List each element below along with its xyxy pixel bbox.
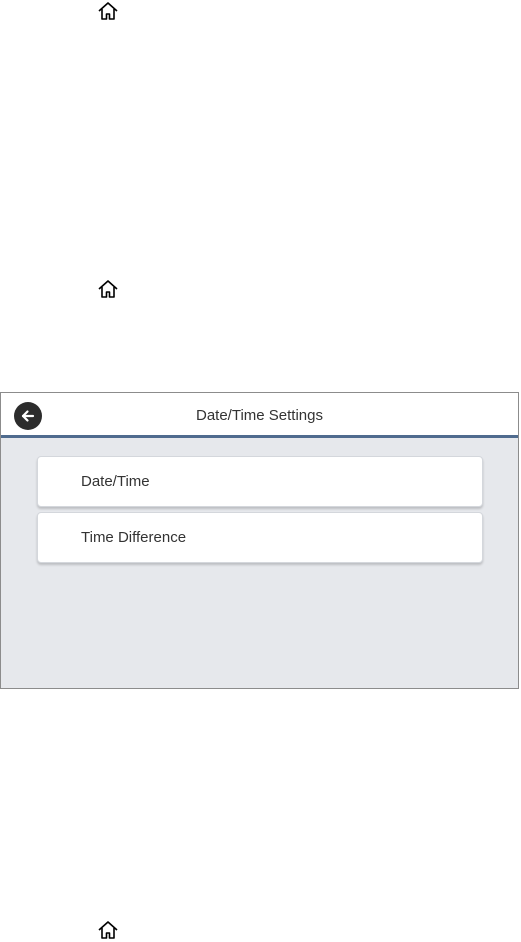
- arrow-left-icon: [21, 410, 35, 422]
- menu-item-date-time[interactable]: Date/Time: [37, 456, 483, 507]
- home-icon: [97, 1, 119, 21]
- screen-title: Date/Time Settings: [196, 407, 323, 424]
- date-time-settings-screen: Date/Time Settings Date/Time Time Differ…: [0, 392, 519, 689]
- home-icon: [97, 279, 119, 299]
- screen-header: Date/Time Settings: [1, 393, 518, 438]
- back-button[interactable]: [14, 402, 42, 430]
- menu-item-time-difference[interactable]: Time Difference: [37, 512, 483, 563]
- home-icon: [97, 920, 119, 940]
- settings-menu: Date/Time Time Difference: [37, 456, 483, 568]
